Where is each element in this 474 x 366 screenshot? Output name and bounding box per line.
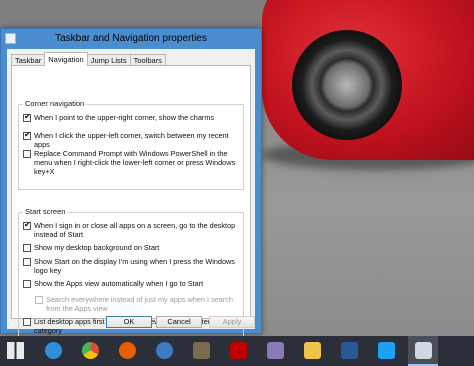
corner-navigation-group: Corner navigation When I point to the up… — [18, 99, 244, 190]
option-search-everywhere[interactable]: Search everywhere instead of just my app… — [35, 295, 241, 313]
taskbar — [0, 336, 474, 366]
checkbox[interactable] — [23, 244, 31, 252]
option-powershell[interactable]: Replace Command Prompt with Windows Powe… — [23, 149, 241, 176]
checkbox[interactable] — [23, 220, 31, 230]
taskbar-item[interactable] — [297, 336, 327, 366]
internet-explorer-icon — [45, 342, 62, 359]
checkbox[interactable] — [23, 318, 31, 326]
option-label: When I click the upper-left corner, swit… — [34, 131, 229, 149]
pidgin-icon — [267, 342, 284, 359]
option-desktop-background[interactable]: Show my desktop background on Start — [23, 243, 241, 252]
tab-strip: Taskbar Navigation Jump Lists Toolbars — [11, 52, 166, 66]
taskbar-item[interactable] — [75, 336, 105, 366]
checkbox[interactable] — [23, 280, 31, 288]
word-icon — [341, 342, 358, 359]
ok-button[interactable]: OK — [106, 316, 152, 328]
option-go-to-desktop[interactable]: When I sign in or close all apps on a sc… — [23, 220, 241, 239]
tab-navigation[interactable]: Navigation — [44, 52, 88, 66]
taskbar-item[interactable] — [38, 336, 68, 366]
checkbox[interactable] — [23, 258, 31, 266]
window-title: Taskbar and Navigation properties — [55, 33, 207, 44]
taskbar-item[interactable] — [0, 336, 30, 366]
checkbox[interactable] — [23, 150, 31, 158]
control-panel-icon — [415, 342, 432, 359]
option-label: Show Start on the display I'm using when… — [34, 257, 235, 275]
checkbox[interactable] — [23, 112, 31, 122]
checkbox[interactable] — [35, 296, 43, 304]
title-bar[interactable]: Taskbar and Navigation properties — [1, 29, 261, 49]
gimp-icon — [193, 342, 210, 359]
twitter-icon — [378, 342, 395, 359]
apply-button[interactable]: Apply — [209, 316, 255, 328]
taskbar-item[interactable] — [149, 336, 179, 366]
option-switch-recent-apps[interactable]: When I click the upper-left corner, swit… — [23, 130, 241, 149]
start-screen-label: Start screen — [23, 207, 68, 216]
car-wheel-image — [292, 30, 402, 140]
cancel-button[interactable]: Cancel — [156, 316, 202, 328]
corner-navigation-label: Corner navigation — [23, 99, 87, 108]
checkbox[interactable] — [23, 130, 31, 140]
file-explorer-icon — [304, 342, 321, 359]
dialog-client-area: Taskbar Navigation Jump Lists Toolbars C… — [7, 49, 255, 364]
option-label: Show my desktop background on Start — [34, 243, 160, 252]
taskbar-item[interactable] — [371, 336, 401, 366]
windows-logo-icon — [7, 342, 24, 359]
filezilla-icon — [230, 342, 247, 359]
chrome-icon — [82, 342, 99, 359]
option-show-charms[interactable]: When I point to the upper-right corner, … — [23, 112, 241, 122]
option-label: Search everywhere instead of just my app… — [46, 295, 233, 313]
option-label: When I point to the upper-right corner, … — [34, 113, 215, 122]
option-show-start-display[interactable]: Show Start on the display I'm using when… — [23, 257, 241, 275]
option-label: Replace Command Prompt with Windows Powe… — [34, 149, 236, 176]
thunderbird-icon — [156, 342, 173, 359]
taskbar-item[interactable] — [186, 336, 216, 366]
firefox-icon — [119, 342, 136, 359]
navigation-tab-panel: Corner navigation When I point to the up… — [11, 65, 251, 364]
taskbar-item[interactable] — [223, 336, 253, 366]
properties-dialog: Taskbar and Navigation properties Taskba… — [0, 28, 262, 364]
option-label: When I sign in or close all apps on a sc… — [34, 221, 236, 239]
taskbar-item[interactable] — [334, 336, 364, 366]
taskbar-item[interactable] — [112, 336, 142, 366]
taskbar-item[interactable] — [408, 336, 438, 366]
taskbar-item[interactable] — [260, 336, 290, 366]
option-apps-view[interactable]: Show the Apps view automatically when I … — [23, 279, 241, 288]
option-label: Show the Apps view automatically when I … — [34, 279, 204, 288]
